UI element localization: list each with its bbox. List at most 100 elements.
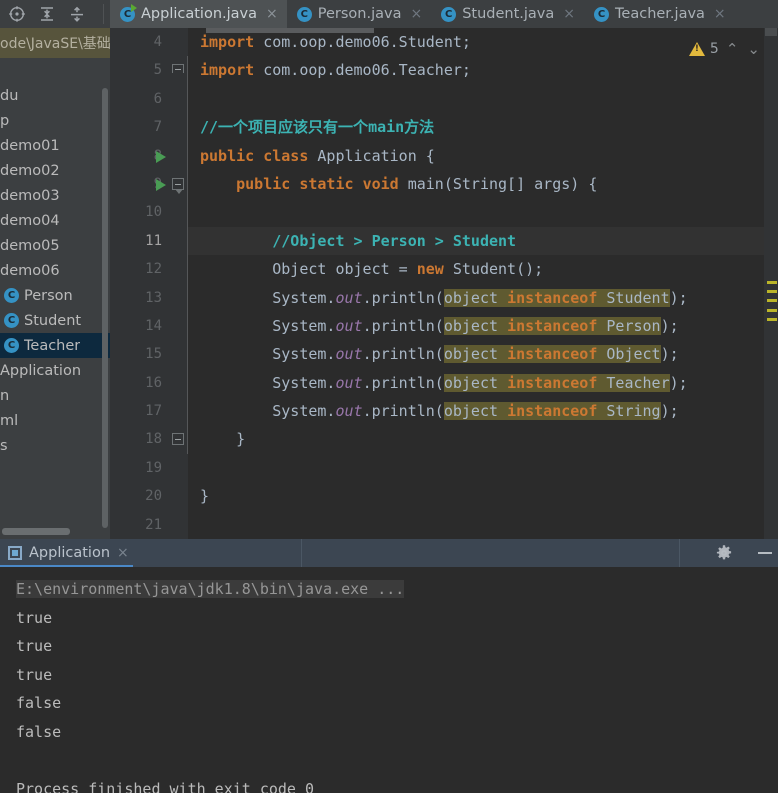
tree-item-label: demo06 — [0, 262, 60, 279]
code-line-12[interactable]: 12 Object object = new Student(); — [110, 255, 778, 284]
tab-label: Student.java — [462, 6, 555, 22]
close-icon[interactable]: × — [563, 7, 575, 21]
sidebar-horizontal-scrollbar[interactable] — [2, 528, 70, 535]
code-text: Object object = new Student(); — [200, 260, 544, 279]
close-icon[interactable]: × — [714, 7, 726, 21]
console-output[interactable]: E:\environment\java\jdk1.8\bin\java.exe … — [0, 567, 778, 793]
code-text: public class Application { — [200, 146, 435, 165]
editor-tab-person[interactable]: Person.java × — [287, 0, 431, 28]
code-line-8[interactable]: 8 public class Application { — [110, 141, 778, 170]
project-root-path[interactable]: ode\JavaSE\基础 — [0, 30, 110, 55]
code-line-20[interactable]: 20} — [110, 482, 778, 510]
tree-item-demo01[interactable]: demo01 — [0, 133, 110, 158]
warning-marker[interactable] — [767, 318, 777, 321]
tree-item-demo06[interactable]: demo06 — [0, 258, 110, 283]
tree-item-student[interactable]: Student — [0, 308, 110, 333]
gutter-markers — [150, 511, 188, 539]
editor-tab-student[interactable]: Student.java × — [431, 0, 584, 28]
code-line-7[interactable]: 7//一个项目应该只有一个main方法 — [110, 113, 778, 142]
tree-item-ml[interactable]: ml — [0, 408, 110, 433]
sidebar-vertical-scrollbar[interactable] — [102, 88, 108, 528]
fold-marker-icon[interactable] — [172, 433, 184, 446]
tree-item-label: n — [0, 387, 10, 404]
code-line-9[interactable]: 9 public static void main(String[] args)… — [110, 169, 778, 199]
java-class-icon — [4, 288, 19, 303]
tree-item-du[interactable]: du — [0, 83, 110, 108]
code-line-15[interactable]: 15 System.out.println(object instanceof … — [110, 340, 778, 369]
minimize-icon[interactable] — [758, 552, 772, 554]
code-line-6[interactable]: 6 — [110, 84, 778, 114]
close-icon[interactable]: × — [117, 545, 129, 561]
collapse-all-icon[interactable] — [66, 3, 88, 25]
code-editor[interactable]: 4 import com.oop.demo06.Student; 5 import c… — [110, 28, 778, 539]
editor-horizontal-scrollbar[interactable] — [206, 28, 374, 33]
editor-tab-application[interactable]: Application.java × — [110, 0, 287, 28]
fold-marker-icon[interactable] — [172, 64, 184, 74]
code-line-16[interactable]: 16 System.out.println(object instanceof … — [110, 368, 778, 398]
close-icon[interactable]: × — [266, 7, 278, 21]
code-text: } — [200, 487, 210, 506]
gutter-markers — [150, 198, 188, 226]
tree-item-s[interactable]: s — [0, 433, 110, 458]
console-tab-application[interactable]: Application × — [0, 539, 139, 567]
editor-tab-teacher[interactable]: Teacher.java × — [584, 0, 735, 28]
warning-marker[interactable] — [767, 281, 777, 284]
tree-item-person[interactable]: Person — [0, 283, 110, 308]
project-toolbar — [0, 0, 104, 28]
tree-item-n[interactable]: n — [0, 383, 110, 408]
code-line-10[interactable]: 10 — [110, 198, 778, 227]
code-line-18[interactable]: 18 } — [110, 425, 778, 454]
code-line-19[interactable]: 19 — [110, 454, 778, 482]
tab-label: Application.java — [141, 6, 258, 22]
code-line-14[interactable]: 14 System.out.println(object instanceof … — [110, 311, 778, 341]
console-output-line: true — [16, 665, 53, 684]
tree-item-p[interactable]: p — [0, 108, 110, 133]
code-line-17[interactable]: 17 System.out.println(object instanceof … — [110, 397, 778, 426]
tree-item-demo02[interactable]: demo02 — [0, 158, 110, 183]
editor-tab-bar: Application.java×Person.java×Student.jav… — [110, 0, 735, 28]
gutter-markers — [150, 255, 188, 283]
project-tree-panel[interactable]: ode\JavaSE\基础 du p demo01 demo02 demo03 demo04… — [0, 28, 110, 539]
project-root-label: ode\JavaSE\基础 — [0, 35, 110, 52]
gutter-markers — [150, 369, 188, 397]
inspection-widget[interactable]: 5 ⌃ ⌄ — [688, 38, 762, 60]
console-output-line: false — [16, 694, 62, 712]
warning-marker[interactable] — [767, 290, 777, 293]
fold-marker-icon[interactable] — [172, 177, 184, 194]
tree-item-demo04[interactable]: demo04 — [0, 208, 110, 233]
close-icon[interactable]: × — [410, 7, 422, 21]
prev-problem-icon[interactable]: ⌃ — [724, 40, 741, 58]
code-text: System.out.println(object instanceof Per… — [200, 316, 679, 335]
gutter-markers — [150, 170, 188, 198]
warning-count: 5 — [709, 41, 719, 57]
code-line-5[interactable]: 5 import com.oop.demo06.Teacher; — [110, 56, 778, 85]
warning-marker[interactable] — [767, 299, 777, 302]
project-tree-list: ode\JavaSE\基础 du p demo01 demo02 demo03 demo04… — [0, 36, 110, 458]
run-gutter-icon[interactable] — [156, 178, 166, 191]
java-class-icon — [4, 313, 19, 328]
gutter-markers — [150, 28, 188, 56]
gutter-markers — [150, 284, 188, 312]
error-stripe[interactable] — [764, 28, 778, 539]
locate-icon[interactable] — [6, 3, 28, 25]
top-bar: Application.java×Person.java×Student.jav… — [0, 0, 778, 28]
tree-item-application[interactable]: Application — [0, 358, 110, 383]
gear-icon[interactable] — [715, 544, 733, 562]
next-problem-icon[interactable]: ⌄ — [745, 40, 762, 58]
expand-all-icon[interactable] — [36, 3, 58, 25]
warning-marker[interactable] — [767, 309, 777, 312]
code-line-13[interactable]: 13 System.out.println(object instanceof … — [110, 283, 778, 312]
run-gutter-icon[interactable] — [156, 150, 166, 163]
stripe-thumb — [765, 28, 777, 36]
code-text: //Object > Person > Student — [188, 226, 778, 256]
gutter-markers — [150, 142, 188, 170]
tree-item-teacher[interactable]: Teacher — [0, 333, 110, 358]
code-line-11[interactable]: 11 //Object > Person > Student — [110, 226, 778, 256]
gutter-markers — [150, 113, 188, 141]
code-line-21[interactable]: 21 — [110, 511, 778, 539]
tree-item-label: demo04 — [0, 212, 60, 229]
tree-item-demo03[interactable]: demo03 — [0, 183, 110, 208]
tree-item-demo05[interactable]: demo05 — [0, 233, 110, 258]
